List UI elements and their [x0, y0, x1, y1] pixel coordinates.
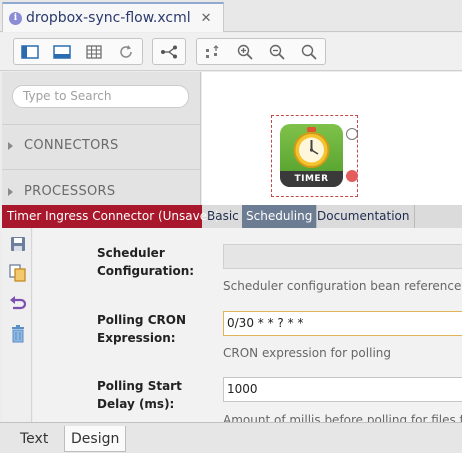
- delete-button[interactable]: [8, 324, 28, 344]
- palette-toggle-button[interactable]: [14, 39, 46, 64]
- palette-section-label: PROCESSORS: [24, 184, 116, 199]
- source-design-tabs: Text Design: [0, 422, 462, 453]
- expand-arrow-icon: [8, 187, 13, 196]
- component-palette: Type to Search CONNECTORS PROCESSORS: [2, 72, 201, 205]
- zoom-toolbar-group: [196, 38, 326, 65]
- layout-toolbar-group: [152, 38, 186, 65]
- palette-section-label: CONNECTORS: [24, 138, 119, 153]
- zoom-out-button[interactable]: [261, 39, 293, 64]
- undo-button[interactable]: [8, 294, 28, 314]
- view-toolbar-group: [13, 38, 143, 65]
- trash-icon: [12, 325, 24, 343]
- save-icon: [11, 237, 25, 251]
- label-line: Scheduler: [97, 246, 165, 260]
- zoom-out-icon: [269, 44, 285, 60]
- refresh-button[interactable]: [110, 39, 142, 64]
- zoom-in-button[interactable]: [229, 39, 261, 64]
- layout-button[interactable]: [153, 39, 185, 64]
- timer-node-label: TIMER: [280, 171, 343, 187]
- copy-icon: [9, 264, 26, 282]
- grid-button[interactable]: [78, 39, 110, 64]
- polling-delay-field[interactable]: 1000: [223, 377, 462, 402]
- expand-arrow-icon: [8, 141, 13, 150]
- editor-tab-bar: i dropbox-sync-flow.xcml ✕: [0, 0, 462, 32]
- tab-basic[interactable]: Basic: [203, 205, 244, 228]
- zoom-in-icon: [237, 44, 253, 60]
- polling-delay-label: Polling Start Delay (ms):: [97, 377, 182, 413]
- properties-actions: [2, 228, 32, 422]
- fit-button[interactable]: [197, 39, 229, 64]
- timer-node[interactable]: TIMER: [280, 124, 343, 187]
- bottom-panel-icon: [53, 44, 71, 59]
- flow-canvas[interactable]: TIMER: [202, 72, 462, 205]
- label-line: Delay (ms):: [97, 397, 175, 411]
- tab-design[interactable]: Design: [64, 426, 127, 452]
- bottom-panel-button[interactable]: [46, 39, 78, 64]
- palette-section-connectors[interactable]: CONNECTORS: [8, 138, 119, 153]
- toolbar: [0, 33, 462, 71]
- node-error-port[interactable]: [346, 170, 358, 182]
- undo-icon: [10, 296, 27, 310]
- palette-divider: [2, 169, 201, 170]
- tab-scheduling[interactable]: Scheduling: [242, 205, 318, 228]
- node-output-port[interactable]: [346, 128, 358, 140]
- scheduler-config-label: Scheduler Configuration:: [97, 244, 194, 280]
- label-line: Configuration:: [97, 264, 195, 278]
- scheduling-form: Scheduler Configuration: Scheduler confi…: [33, 228, 462, 422]
- palette-search-input[interactable]: Type to Search: [12, 85, 189, 108]
- grid-icon: [86, 44, 102, 59]
- polling-cron-help: CRON expression for polling: [223, 346, 391, 360]
- tab-documentation[interactable]: Documentation: [313, 205, 415, 228]
- polling-cron-field[interactable]: 0/30 * * ? * *: [223, 311, 462, 336]
- save-button[interactable]: [8, 234, 28, 254]
- refresh-icon: [120, 44, 132, 58]
- label-line: Polling Start: [97, 379, 182, 393]
- properties-tab-bar: Timer Ingress Connector (Unsaved) Basic …: [2, 205, 462, 228]
- copy-button[interactable]: [8, 263, 28, 283]
- file-type-icon: i: [9, 11, 22, 25]
- polling-delay-help: Amount of millis before polling for file…: [223, 413, 462, 422]
- properties-title: Timer Ingress Connector (Unsaved): [2, 205, 219, 228]
- layout-icon: [161, 45, 177, 58]
- label-line: Expression:: [97, 331, 176, 345]
- palette-divider: [2, 124, 201, 125]
- editor-tab-title: dropbox-sync-flow.xcml: [26, 10, 191, 26]
- zoom-reset-icon: [301, 44, 317, 60]
- editor-tab[interactable]: i dropbox-sync-flow.xcml ✕: [2, 2, 224, 32]
- fit-icon: [206, 44, 219, 58]
- scheduler-config-field[interactable]: [223, 244, 462, 269]
- palette-section-processors[interactable]: PROCESSORS: [8, 184, 115, 199]
- tab-text[interactable]: Text: [14, 426, 54, 452]
- zoom-reset-button[interactable]: [293, 39, 325, 64]
- label-line: Polling CRON: [97, 313, 186, 327]
- scheduler-config-help: Scheduler configuration bean reference: [223, 279, 462, 293]
- close-tab-icon[interactable]: ✕: [201, 11, 212, 26]
- palette-toggle-icon: [21, 44, 39, 59]
- stopwatch-icon: [293, 127, 330, 168]
- polling-cron-label: Polling CRON Expression:: [97, 311, 186, 347]
